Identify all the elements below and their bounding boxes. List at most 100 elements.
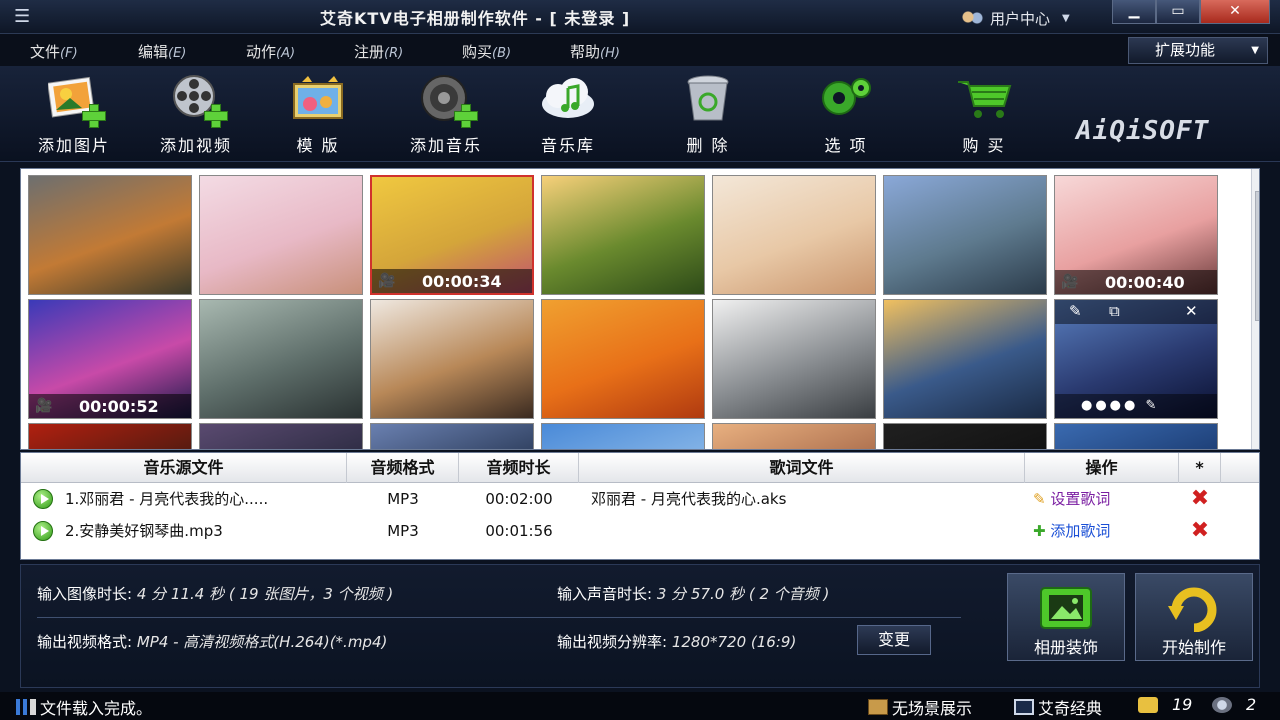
media-thumbnail[interactable] bbox=[28, 175, 192, 295]
media-thumbnail[interactable] bbox=[370, 423, 534, 449]
table-row[interactable]: 2.安静美好钢琴曲.mp3 MP3 00:01:56 ✚ 添加歌词 ✖ bbox=[21, 515, 1259, 547]
media-thumbnail[interactable] bbox=[28, 423, 192, 449]
video-camera-icon: 🎥 bbox=[1061, 274, 1079, 290]
menu-register[interactable]: 注册(R) bbox=[354, 41, 403, 62]
media-thumbnail[interactable] bbox=[712, 423, 876, 449]
grid-scrollbar[interactable]: ▲ ▼ bbox=[1251, 169, 1259, 449]
music-duration: 00:02:00 bbox=[485, 490, 553, 508]
maximize-button[interactable]: ▭ bbox=[1156, 0, 1200, 24]
col-audio-format[interactable]: 音频格式 bbox=[347, 453, 459, 483]
menu-edit[interactable]: 编辑(E) bbox=[138, 41, 186, 62]
col-star[interactable]: * bbox=[1179, 453, 1221, 483]
media-thumbnail[interactable] bbox=[1054, 423, 1218, 449]
media-thumbnail[interactable] bbox=[712, 299, 876, 419]
media-thumbnail[interactable] bbox=[712, 175, 876, 295]
menu-action[interactable]: 动作(A) bbox=[246, 41, 295, 62]
media-thumbnail[interactable] bbox=[199, 299, 363, 419]
template-button[interactable]: 模 版 bbox=[258, 74, 378, 156]
add-lyric-button[interactable]: ✚ 添加歌词 bbox=[1033, 515, 1173, 547]
music-format: MP3 bbox=[387, 490, 419, 508]
media-thumbnail[interactable]: 🎥 00:00:34 bbox=[370, 175, 534, 295]
user-center-menu[interactable]: 用户中心 ▼ bbox=[960, 8, 1070, 29]
media-thumbnail[interactable]: 🎥 00:00:40 bbox=[1054, 175, 1218, 295]
table-row[interactable]: 1.邓丽君 - 月亮代表我的心..... MP3 00:02:00 邓丽君 - … bbox=[21, 483, 1259, 515]
play-icon[interactable] bbox=[33, 489, 53, 509]
music-library-button[interactable]: 音乐库 bbox=[508, 74, 628, 156]
image-count: 19 bbox=[1138, 695, 1192, 714]
video-duration-overlay: 🎥 00:00:40 bbox=[1055, 270, 1217, 294]
gear-icon bbox=[816, 74, 876, 126]
media-thumbnail-grid: 🎥 00:00:34 🎥 00:00:40 🎥 00:00:52 ✎ ⧉ ✕ ●●●● ✎ ▲ ▼ bbox=[20, 168, 1260, 450]
play-icon[interactable] bbox=[33, 521, 53, 541]
media-thumbnail[interactable] bbox=[883, 175, 1047, 295]
film-reel-icon bbox=[1212, 696, 1232, 713]
col-audio-duration[interactable]: 音频时长 bbox=[459, 453, 579, 483]
system-menu-icon[interactable]: ☰ bbox=[14, 6, 30, 27]
album-decorate-button[interactable]: 相册装饰 bbox=[1007, 573, 1125, 661]
signal-bars-icon bbox=[16, 699, 36, 715]
extend-features-button[interactable]: 扩展功能 ▼ bbox=[1128, 37, 1268, 64]
scroll-down-icon[interactable]: ▼ bbox=[1252, 429, 1259, 449]
media-thumbnail[interactable] bbox=[370, 299, 534, 419]
template-icon bbox=[288, 74, 348, 126]
music-list: 音乐源文件 音频格式 音频时长 歌词文件 操作 * 1.邓丽君 - 月亮代表我的… bbox=[20, 452, 1260, 560]
add-video-icon bbox=[166, 74, 228, 128]
edit-pencil-icon[interactable]: ✎ bbox=[1069, 302, 1082, 320]
media-thumbnail[interactable] bbox=[541, 423, 705, 449]
transition-dots-icon[interactable]: ●●●● ✎ bbox=[1055, 394, 1217, 418]
add-music-icon bbox=[416, 74, 478, 128]
video-count: 2 bbox=[1212, 695, 1256, 714]
media-thumbnail[interactable]: ✎ ⧉ ✕ ●●●● ✎ bbox=[1054, 299, 1218, 419]
close-button[interactable]: ✕ bbox=[1200, 0, 1270, 24]
media-thumbnail[interactable] bbox=[883, 423, 1047, 449]
music-name: 1.邓丽君 - 月亮代表我的心..... bbox=[65, 490, 269, 508]
remove-music-icon[interactable]: ✖ bbox=[1187, 520, 1213, 542]
music-format: MP3 bbox=[387, 522, 419, 540]
col-music-source[interactable]: 音乐源文件 bbox=[21, 453, 347, 483]
minimize-button[interactable]: ▁ bbox=[1112, 0, 1156, 24]
col-lyric-file[interactable]: 歌词文件 bbox=[579, 453, 1025, 483]
scroll-up-icon[interactable]: ▲ bbox=[1252, 171, 1259, 191]
status-bar: 文件载入完成。 无场景展示 艾奇经典 19 2 bbox=[0, 692, 1280, 720]
video-camera-icon: 🎥 bbox=[378, 273, 396, 289]
theme-selector[interactable]: 艾奇经典 bbox=[1014, 695, 1102, 719]
input-image-duration: 输入图像时长: 4 分 11.4 秒 ( 19 张图片，3 个视频 ) bbox=[37, 585, 394, 603]
start-production-button[interactable]: 开始制作 bbox=[1135, 573, 1253, 661]
set-lyric-button[interactable]: ✎ 设置歌词 bbox=[1033, 483, 1173, 515]
video-duration-overlay: 🎥 00:00:52 bbox=[29, 394, 191, 418]
col-operation[interactable]: 操作 bbox=[1025, 453, 1179, 483]
video-camera-icon: 🎥 bbox=[35, 398, 53, 414]
menu-help[interactable]: 帮助(H) bbox=[570, 41, 620, 62]
scrollbar-thumb[interactable] bbox=[1255, 191, 1259, 321]
project-info-panel: 输入图像时长: 4 分 11.4 秒 ( 19 张图片，3 个视频 ) 输入声音… bbox=[20, 564, 1260, 688]
add-image-button[interactable]: 添加图片 bbox=[14, 74, 134, 156]
remove-icon[interactable]: ✕ bbox=[1185, 302, 1198, 320]
brand-logo: AiQiSOFT bbox=[1076, 116, 1210, 146]
remove-music-icon[interactable]: ✖ bbox=[1187, 488, 1213, 510]
info-divider bbox=[37, 617, 961, 618]
add-music-button[interactable]: 添加音乐 bbox=[386, 74, 506, 156]
add-video-button[interactable]: 添加视频 bbox=[136, 74, 256, 156]
thumbnail-edit-toolbar: ✎ ⧉ ✕ bbox=[1055, 300, 1217, 324]
input-audio-duration: 输入声音时长: 3 分 57.0 秒 ( 2 个音频 ) bbox=[557, 585, 830, 603]
add-image-icon bbox=[44, 74, 106, 128]
lyric-file-name bbox=[591, 515, 1021, 547]
options-button[interactable]: 选 项 bbox=[786, 74, 906, 156]
media-thumbnail[interactable] bbox=[199, 423, 363, 449]
change-output-button[interactable]: 变更 bbox=[857, 625, 931, 655]
menu-buy[interactable]: 购买(B) bbox=[462, 41, 511, 62]
delete-button[interactable]: 删 除 bbox=[648, 74, 768, 156]
media-thumbnail[interactable] bbox=[199, 175, 363, 295]
menu-file[interactable]: 文件(F) bbox=[30, 41, 78, 62]
media-thumbnail[interactable] bbox=[883, 299, 1047, 419]
music-name: 2.安静美好钢琴曲.mp3 bbox=[65, 522, 223, 540]
buy-button[interactable]: 购 买 bbox=[924, 74, 1044, 156]
duplicate-icon[interactable]: ⧉ bbox=[1109, 302, 1120, 320]
media-thumbnail[interactable]: 🎥 00:00:52 bbox=[28, 299, 192, 419]
media-thumbnail[interactable] bbox=[541, 299, 705, 419]
video-duration-overlay: 🎥 00:00:34 bbox=[372, 269, 532, 293]
cart-icon bbox=[954, 74, 1014, 126]
media-thumbnail[interactable] bbox=[541, 175, 705, 295]
title-bar: ☰ 艾奇KTV电子相册制作软件 - [ 未登录 ] 用户中心 ▼ ▁ ▭ ✕ bbox=[0, 0, 1280, 34]
scene-display-toggle[interactable]: 无场景展示 bbox=[868, 695, 972, 719]
